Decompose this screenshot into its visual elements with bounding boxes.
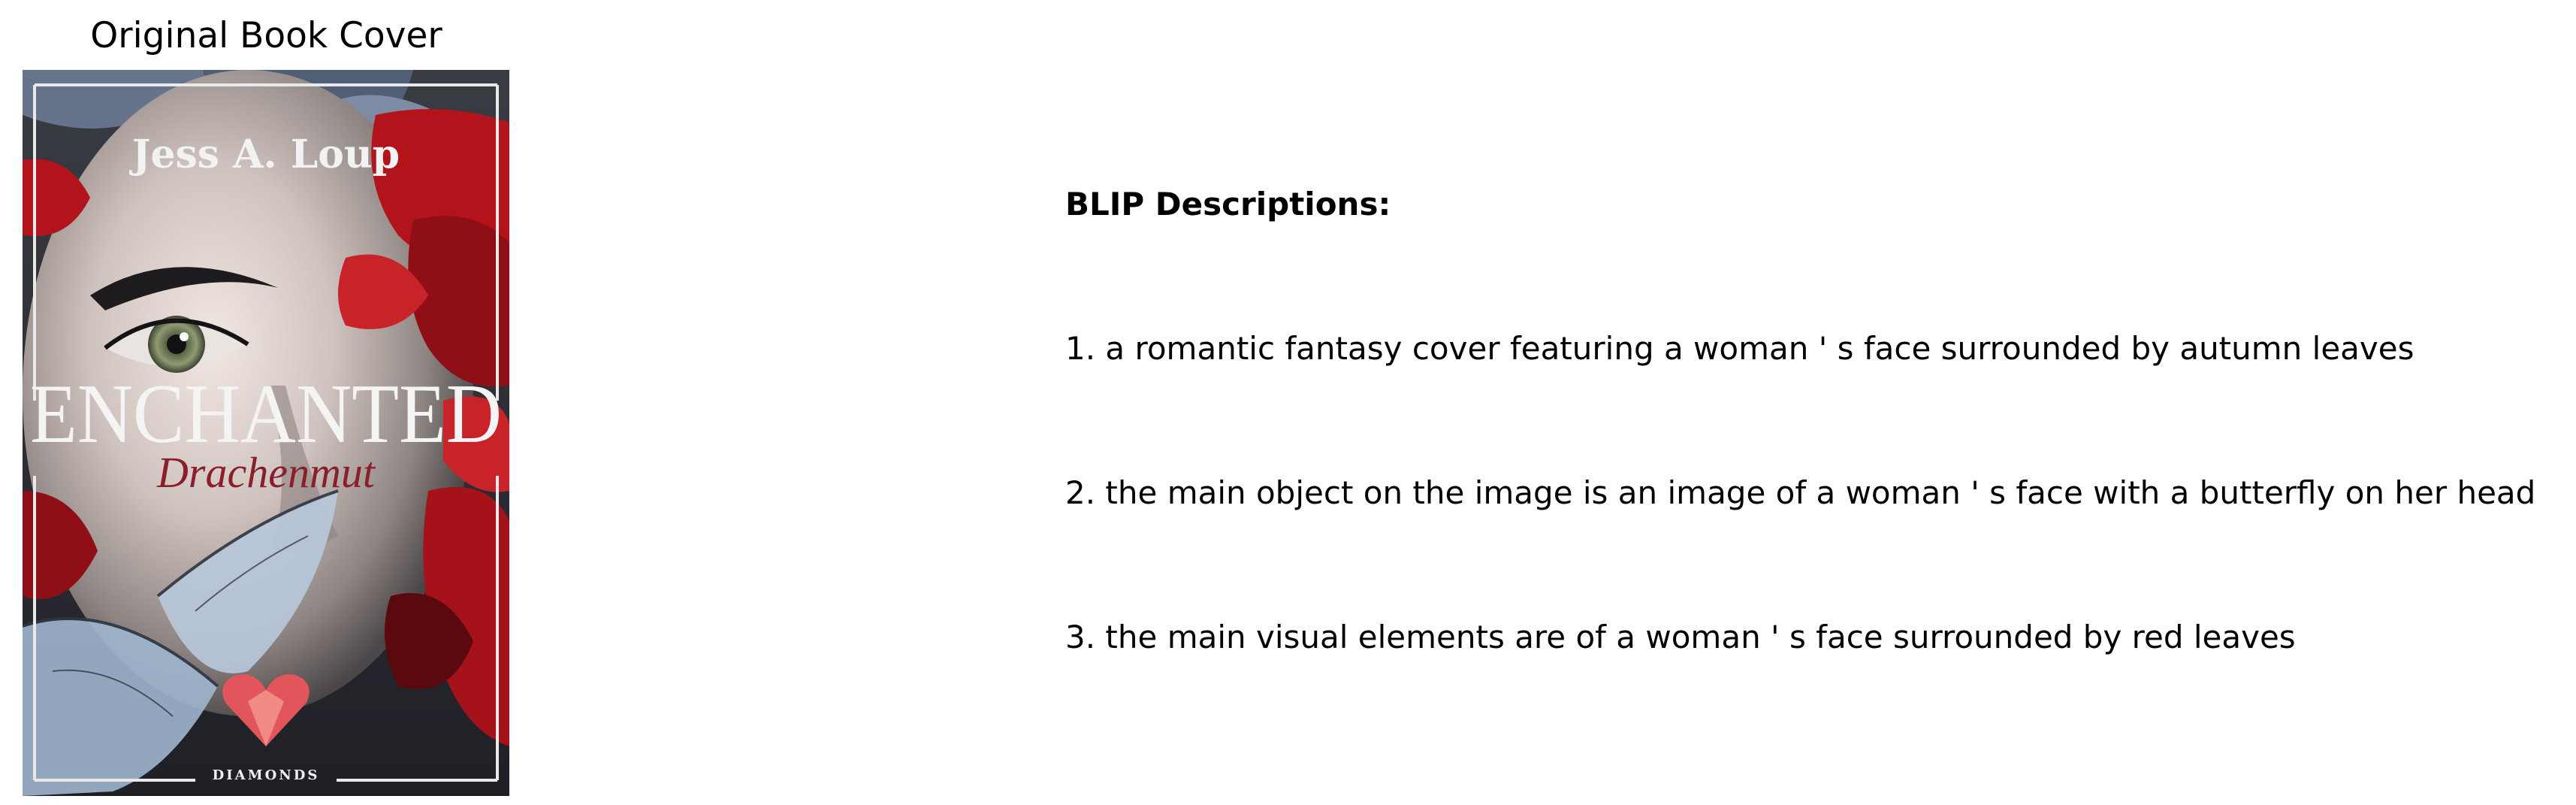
cover-subtitle: Drachenmut (156, 448, 376, 497)
blip-descriptions-panel: BLIP Descriptions: 1. a romantic fantasy… (1065, 0, 2560, 805)
cover-title: ENCHANTED (30, 368, 502, 461)
cover-author: Jess A. Loup (129, 132, 400, 177)
cover-panel-title: Original Book Cover (90, 15, 442, 56)
description-item: 3. the main visual elements are of a wom… (1065, 619, 2296, 655)
description-item: 2. the main object on the image is an im… (1065, 474, 2536, 511)
cover-publisher: DIAMONDS (213, 767, 320, 783)
descriptions-heading: BLIP Descriptions: (1065, 186, 1391, 222)
description-item: 1. a romantic fantasy cover featuring a … (1065, 330, 2414, 367)
book-cover-image: Jess A. Loup ENCHANTED Drachenmut DIAMON… (23, 70, 509, 796)
